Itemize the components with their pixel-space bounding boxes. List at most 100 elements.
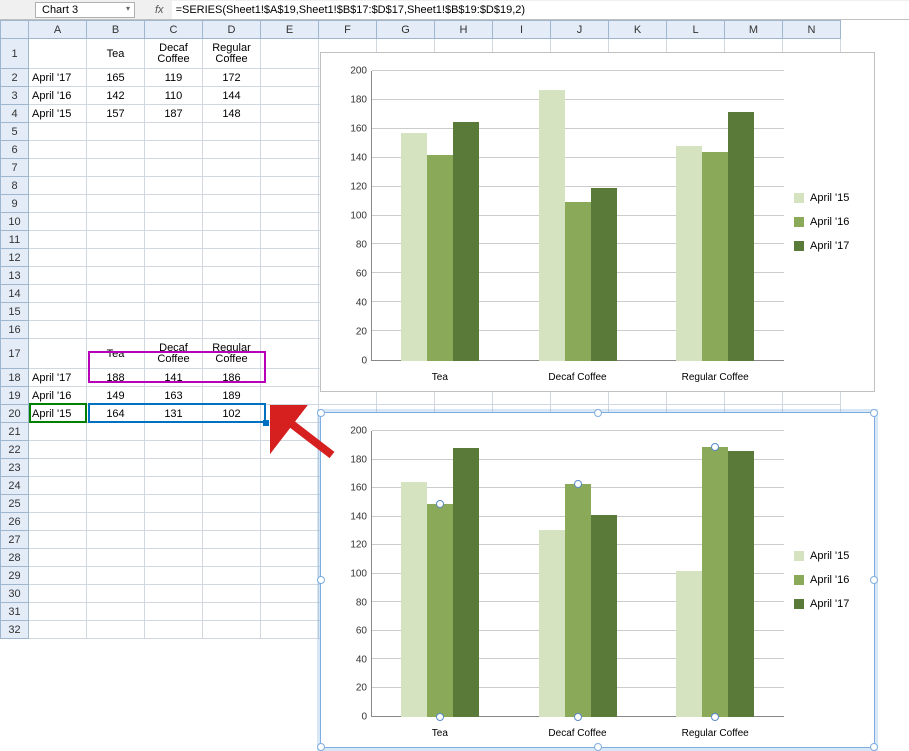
row-header[interactable]: 10 — [1, 213, 29, 231]
cell[interactable] — [261, 303, 319, 321]
cell[interactable] — [87, 267, 145, 285]
bar[interactable] — [591, 188, 617, 361]
bar[interactable] — [702, 152, 728, 361]
chart-legend[interactable]: April '15 April '16 April '17 — [794, 53, 874, 391]
cell[interactable] — [203, 285, 261, 303]
cell[interactable]: 189 — [203, 387, 261, 405]
col-header[interactable]: H — [435, 21, 493, 39]
bar[interactable] — [591, 515, 617, 717]
col-header[interactable]: L — [667, 21, 725, 39]
cell[interactable]: 102 — [203, 405, 261, 423]
cell[interactable] — [29, 459, 87, 477]
bar-group[interactable] — [371, 431, 509, 717]
row-header[interactable]: 18 — [1, 369, 29, 387]
cell[interactable] — [203, 249, 261, 267]
row-header[interactable]: 4 — [1, 105, 29, 123]
row-header[interactable]: 29 — [1, 567, 29, 585]
cell[interactable] — [29, 123, 87, 141]
cell[interactable] — [261, 321, 319, 339]
cell[interactable] — [145, 423, 203, 441]
legend-item[interactable]: April '15 — [794, 550, 874, 562]
bar-group[interactable] — [509, 431, 647, 717]
cell[interactable]: Regular Coffee — [203, 339, 261, 369]
col-header[interactable]: C — [145, 21, 203, 39]
bar-group[interactable] — [646, 431, 784, 717]
cell[interactable] — [29, 339, 87, 369]
cell[interactable] — [145, 513, 203, 531]
legend-item[interactable]: April '16 — [794, 216, 874, 228]
row-header[interactable]: 22 — [1, 441, 29, 459]
col-header[interactable]: N — [783, 21, 841, 39]
cell[interactable] — [203, 549, 261, 567]
cell[interactable] — [29, 513, 87, 531]
cell[interactable] — [145, 441, 203, 459]
cell[interactable]: 187 — [145, 105, 203, 123]
cell[interactable] — [87, 285, 145, 303]
cell[interactable] — [203, 531, 261, 549]
row-header[interactable]: 7 — [1, 159, 29, 177]
cell[interactable]: 164 — [87, 405, 145, 423]
chart-3-selected[interactable]: 020406080100120140160180200TeaDecaf Coff… — [320, 412, 875, 748]
bar[interactable] — [401, 482, 427, 717]
bar[interactable] — [565, 202, 591, 362]
row-header[interactable]: 23 — [1, 459, 29, 477]
name-box[interactable]: Chart 3 — [35, 2, 135, 18]
cell[interactable]: April '15 — [29, 105, 87, 123]
cell[interactable] — [261, 213, 319, 231]
cell[interactable]: 142 — [87, 87, 145, 105]
cell[interactable] — [29, 495, 87, 513]
cell[interactable] — [87, 549, 145, 567]
formula-input[interactable] — [172, 1, 909, 19]
plot-area[interactable]: 020406080100120140160180200TeaDecaf Coff… — [321, 413, 794, 747]
chart-resize-handle[interactable] — [870, 576, 878, 584]
cell[interactable] — [261, 195, 319, 213]
cell[interactable] — [145, 123, 203, 141]
cell[interactable] — [87, 141, 145, 159]
cell[interactable] — [29, 249, 87, 267]
cell[interactable] — [261, 477, 319, 495]
cell[interactable] — [261, 387, 319, 405]
cell[interactable] — [29, 441, 87, 459]
cell[interactable]: 144 — [203, 87, 261, 105]
cell[interactable] — [145, 213, 203, 231]
cell[interactable] — [29, 477, 87, 495]
cell[interactable] — [261, 441, 319, 459]
cell[interactable] — [145, 285, 203, 303]
cell[interactable] — [261, 267, 319, 285]
cell[interactable] — [29, 159, 87, 177]
cell[interactable] — [87, 213, 145, 231]
cell[interactable]: Regular Coffee — [203, 39, 261, 69]
cell[interactable] — [203, 159, 261, 177]
cell[interactable] — [203, 585, 261, 603]
col-header[interactable]: E — [261, 21, 319, 39]
row-header[interactable]: 3 — [1, 87, 29, 105]
cell[interactable] — [29, 303, 87, 321]
row-header[interactable]: 11 — [1, 231, 29, 249]
bar[interactable] — [676, 571, 702, 717]
row-header[interactable]: 15 — [1, 303, 29, 321]
row-header[interactable]: 5 — [1, 123, 29, 141]
row-header[interactable]: 16 — [1, 321, 29, 339]
cell[interactable]: April '16 — [29, 87, 87, 105]
cell[interactable] — [261, 405, 319, 423]
cell[interactable] — [29, 567, 87, 585]
fx-icon[interactable]: fx — [155, 4, 164, 16]
select-all-corner[interactable] — [1, 21, 29, 39]
cell[interactable] — [261, 39, 319, 69]
cell[interactable] — [261, 339, 319, 369]
col-header[interactable]: G — [377, 21, 435, 39]
chart-legend[interactable]: April '15 April '16 April '17 — [794, 413, 874, 747]
bar[interactable] — [453, 122, 479, 361]
cell[interactable] — [87, 585, 145, 603]
cell[interactable] — [261, 177, 319, 195]
cell[interactable]: 163 — [145, 387, 203, 405]
cell[interactable]: Tea — [87, 339, 145, 369]
cell[interactable] — [145, 531, 203, 549]
row-header[interactable]: 17 — [1, 339, 29, 369]
cell[interactable]: 110 — [145, 87, 203, 105]
col-header[interactable]: K — [609, 21, 667, 39]
row-header[interactable]: 20 — [1, 405, 29, 423]
cell[interactable] — [29, 285, 87, 303]
cell[interactable] — [87, 513, 145, 531]
cell[interactable] — [87, 231, 145, 249]
